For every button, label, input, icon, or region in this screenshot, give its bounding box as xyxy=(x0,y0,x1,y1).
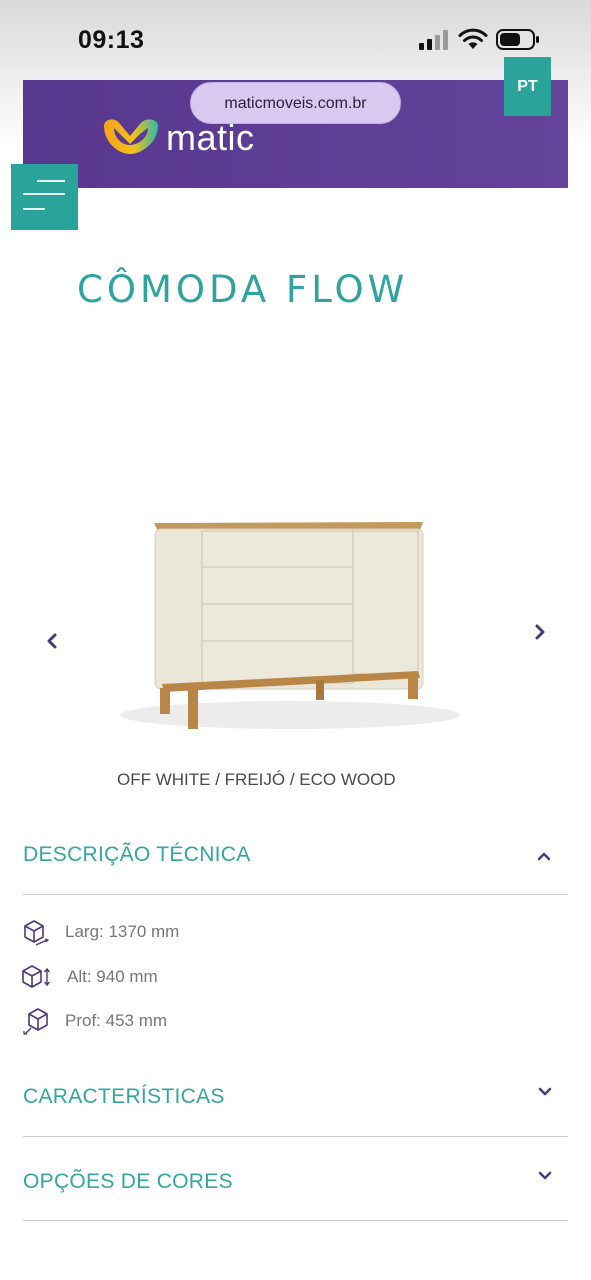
chevron-down-icon[interactable] xyxy=(537,1170,553,1182)
menu-line xyxy=(37,180,65,182)
variant-label: OFF WHITE / FREIJÓ / ECO WOOD xyxy=(117,770,396,789)
chevron-left-icon[interactable] xyxy=(40,629,64,653)
divider xyxy=(23,1220,568,1221)
language-button[interactable]: PT xyxy=(504,57,551,116)
divider xyxy=(23,894,568,895)
chevron-down-icon[interactable] xyxy=(537,1086,553,1098)
spec-width-text: Larg: 1370 mm xyxy=(65,922,180,941)
width-box-icon xyxy=(24,920,50,946)
battery-icon xyxy=(496,29,539,50)
status-time: 09:13 xyxy=(78,26,145,54)
section-technical-title[interactable]: DESCRIÇÃO TÉCNICA xyxy=(23,843,251,867)
cellular-signal-icon xyxy=(419,30,448,50)
logo-wordmark: matic xyxy=(166,117,255,158)
status-bar: 09:13 xyxy=(0,0,591,80)
menu-button[interactable] xyxy=(11,164,78,230)
wifi-icon xyxy=(458,28,488,49)
height-box-icon xyxy=(22,965,51,988)
divider xyxy=(23,1136,568,1137)
chevron-right-icon[interactable] xyxy=(528,620,552,644)
menu-line xyxy=(23,208,45,210)
depth-box-icon xyxy=(23,1008,48,1035)
section-colors-title[interactable]: OPÇÕES DE CORES xyxy=(23,1170,233,1194)
product-image xyxy=(120,522,460,729)
section-features-title[interactable]: CARACTERÍSTICAS xyxy=(23,1085,225,1109)
menu-line xyxy=(23,193,65,195)
page-title: CÔMODA FLOW xyxy=(77,268,409,311)
spec-height-text: Alt: 940 mm xyxy=(67,967,158,986)
chevron-up-icon[interactable] xyxy=(536,850,552,862)
spec-depth-text: Prof: 453 mm xyxy=(65,1011,168,1030)
